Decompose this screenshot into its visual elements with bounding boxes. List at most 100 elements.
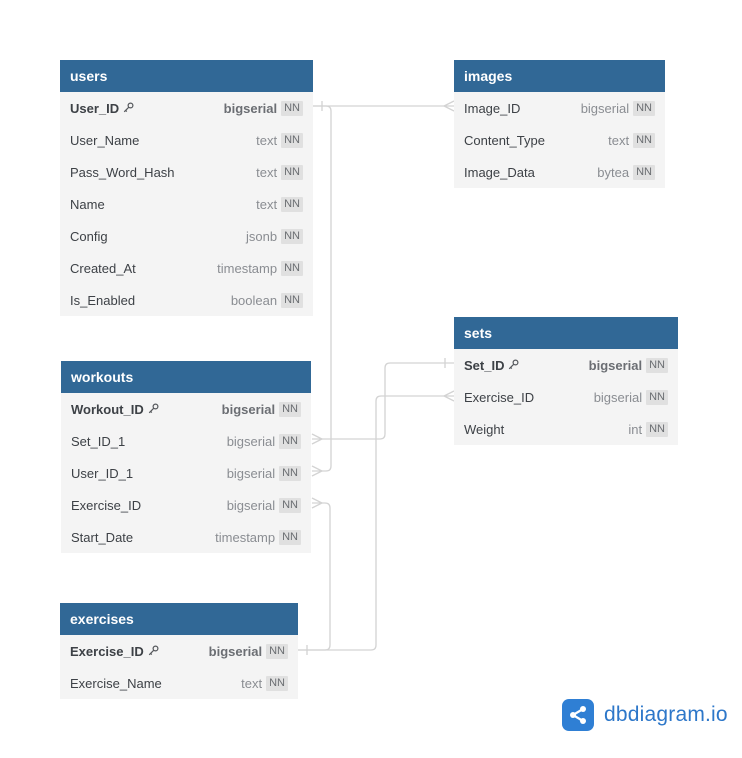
not-null-badge: NN: [646, 421, 668, 437]
table-columns: Image_ID bigserial NN Content_Type text NN Ima…: [454, 92, 665, 188]
column-row[interactable]: Exercise_ID bigserial NN: [60, 635, 298, 667]
column-name: Config: [70, 228, 108, 244]
column-row[interactable]: Name text NN: [60, 188, 313, 220]
table-header-images[interactable]: images: [454, 60, 665, 92]
column-name: Workout_ID: [71, 401, 144, 417]
primary-key-icon: [508, 358, 519, 373]
column-name: Image_ID: [464, 100, 521, 116]
column-type: bigserial: [588, 357, 643, 373]
column-name: Is_Enabled: [70, 292, 136, 308]
column-type: boolean: [230, 292, 278, 308]
column-name: User_Name: [70, 132, 140, 148]
column-name: Created_At: [70, 260, 136, 276]
many-marker: [442, 390, 455, 402]
column-row[interactable]: Config jsonb NN: [60, 220, 313, 252]
table-images[interactable]: images Image_ID bigserial NN Content_Type te…: [454, 60, 665, 188]
column-row[interactable]: Workout_ID bigserial NN: [61, 393, 311, 425]
table-header-exercises[interactable]: exercises: [60, 603, 298, 635]
column-name: Content_Type: [464, 132, 545, 148]
column-name: Exercise_ID: [70, 643, 144, 659]
column-type: text: [256, 164, 278, 180]
table-columns: User_ID bigserial NN User_Name text NN Pass_Wo…: [60, 92, 313, 316]
column-row[interactable]: Is_Enabled boolean NN: [60, 284, 313, 316]
column-name: User_ID: [70, 100, 120, 116]
column-name: Image_Data: [464, 164, 535, 180]
column-type: text: [256, 132, 278, 148]
column-type: text: [256, 196, 278, 212]
column-row[interactable]: User_ID bigserial NN: [60, 92, 313, 124]
column-row[interactable]: Exercise_ID bigserial NN: [61, 489, 311, 521]
column-name: Name: [70, 196, 105, 212]
column-type: bytea: [597, 164, 630, 180]
column-row[interactable]: Exercise_Name text NN: [60, 667, 298, 699]
column-row[interactable]: User_Name text NN: [60, 124, 313, 156]
not-null-badge: NN: [279, 529, 301, 545]
primary-key-icon: [148, 644, 159, 659]
brand-logo[interactable]: dbdiagram.io: [562, 699, 728, 731]
not-null-badge: NN: [266, 675, 288, 691]
not-null-badge: NN: [646, 357, 668, 373]
not-null-badge: NN: [281, 196, 303, 212]
many-marker: [442, 100, 455, 112]
column-row[interactable]: Weight int NN: [454, 413, 678, 445]
not-null-badge: NN: [281, 228, 303, 244]
column-type: jsonb: [246, 228, 278, 244]
column-type: int: [628, 421, 643, 437]
table-workouts[interactable]: workouts Workout_ID bigserial NN Set_ID_1 bi…: [61, 361, 311, 553]
column-row[interactable]: Created_At timestamp NN: [60, 252, 313, 284]
column-name: Start_Date: [71, 529, 134, 545]
table-exercises[interactable]: exercises Exercise_ID bigserial NN Exercise…: [60, 603, 298, 699]
column-type: bigserial: [221, 401, 276, 417]
not-null-badge: NN: [633, 132, 655, 148]
not-null-badge: NN: [279, 465, 301, 481]
column-row[interactable]: Content_Type text NN: [454, 124, 665, 156]
column-row[interactable]: Set_ID bigserial NN: [454, 349, 678, 381]
column-name: Exercise_Name: [70, 675, 162, 691]
column-name: Exercise_ID: [71, 497, 142, 513]
table-header-sets[interactable]: sets: [454, 317, 678, 349]
share-nodes-icon: [562, 699, 594, 731]
column-name: Set_ID: [464, 357, 505, 373]
column-name: Set_ID_1: [71, 433, 126, 449]
column-type: bigserial: [226, 497, 276, 513]
table-columns: Workout_ID bigserial NN Set_ID_1 bigserial NN…: [61, 393, 311, 553]
not-null-badge: NN: [646, 389, 668, 405]
not-null-badge: NN: [281, 260, 303, 276]
column-row[interactable]: Pass_Word_Hash text NN: [60, 156, 313, 188]
column-row[interactable]: Image_Data bytea NN: [454, 156, 665, 188]
column-name: Weight: [464, 421, 505, 437]
column-type: text: [241, 675, 263, 691]
table-users[interactable]: users User_ID bigserial NN User_Name text NN P…: [60, 60, 313, 316]
not-null-badge: NN: [633, 164, 655, 180]
column-row[interactable]: Exercise_ID bigserial NN: [454, 381, 678, 413]
table-header-workouts[interactable]: workouts: [61, 361, 311, 393]
relationship-exercises-sets[interactable]: [298, 395, 454, 651]
column-row[interactable]: User_ID_1 bigserial NN: [61, 457, 311, 489]
column-type: timestamp: [215, 529, 276, 545]
relationship-users-workouts[interactable]: [312, 105, 332, 472]
not-null-badge: NN: [279, 433, 301, 449]
not-null-badge: NN: [281, 132, 303, 148]
table-columns: Set_ID bigserial NN Exercise_ID bigserial NN W…: [454, 349, 678, 445]
table-columns: Exercise_ID bigserial NN Exercise_Name text N…: [60, 635, 298, 699]
column-type: bigserial: [208, 643, 263, 659]
table-sets[interactable]: sets Set_ID bigserial NN Exercise_ID bigseri…: [454, 317, 678, 445]
relationship-sets-workouts[interactable]: [312, 362, 454, 440]
column-name: Exercise_ID: [464, 389, 535, 405]
column-row[interactable]: Set_ID_1 bigserial NN: [61, 425, 311, 457]
primary-key-icon: [123, 101, 134, 116]
diagram-canvas: users User_ID bigserial NN User_Name text NN P…: [0, 0, 742, 758]
column-row[interactable]: Start_Date timestamp NN: [61, 521, 311, 553]
not-null-badge: NN: [281, 164, 303, 180]
not-null-badge: NN: [281, 292, 303, 308]
primary-key-icon: [148, 402, 159, 417]
many-marker: [311, 465, 324, 477]
column-type: text: [608, 132, 630, 148]
column-type: bigserial: [226, 433, 276, 449]
not-null-badge: NN: [279, 401, 301, 417]
table-header-users[interactable]: users: [60, 60, 313, 92]
column-row[interactable]: Image_ID bigserial NN: [454, 92, 665, 124]
not-null-badge: NN: [279, 497, 301, 513]
column-type: bigserial: [580, 100, 630, 116]
column-name: User_ID_1: [71, 465, 134, 481]
